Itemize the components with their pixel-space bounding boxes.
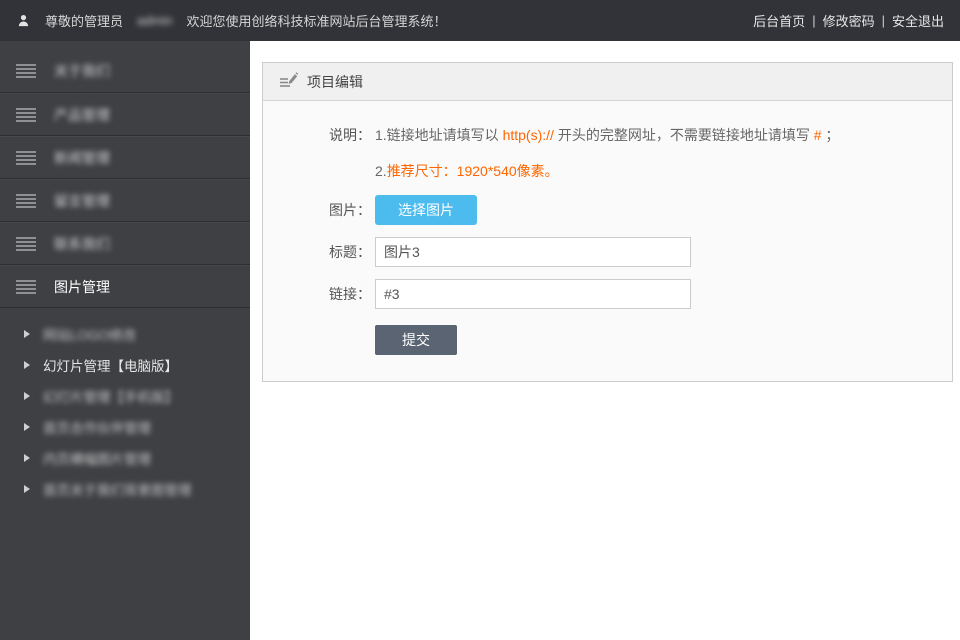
topbar: 尊敬的管理员 admin 欢迎您使用创络科技标准网站后台管理系统！ 后台首页 | 修… <box>0 0 960 41</box>
triangle-right-icon <box>24 392 30 400</box>
greeting-suffix: 欢迎您使用创络科技标准网站后台管理系统！ <box>186 11 446 30</box>
submit-row: 提交 <box>263 321 952 355</box>
sidebar-item-about[interactable]: 关于我们 <box>0 50 250 93</box>
panel-header: 项目编辑 <box>263 63 952 101</box>
image-field-row: 图片： 选择图片 <box>263 195 952 225</box>
note-line-2: 2.推荐尺寸：1920*540像素。 <box>375 161 559 181</box>
triangle-right-icon <box>24 454 30 462</box>
sidebar-item-contact[interactable]: 联系我们 <box>0 222 250 265</box>
link-logout[interactable]: 安全退出 <box>892 11 944 30</box>
choose-image-button[interactable]: 选择图片 <box>375 195 477 225</box>
sidebar-item-label: 关于我们 <box>54 61 110 81</box>
sidebar-item-label: 产品管理 <box>54 105 110 125</box>
submenu-item-slides-mobile[interactable]: 幻灯片管理【手机版】 <box>0 380 250 411</box>
triangle-right-icon <box>24 361 30 369</box>
menu-lines-icon <box>16 237 36 251</box>
project-edit-panel: 项目编辑 说明： 1.链接地址请填写以 http(s):// 开头的完整网址，不… <box>262 62 953 382</box>
link-field-row: 链接： <box>263 279 952 309</box>
submenu-item-label: 内页横幅图片管理 <box>43 448 151 468</box>
submenu-item-slides-pc[interactable]: 幻灯片管理【电脑版】 <box>0 349 250 380</box>
menu-lines-icon <box>16 64 36 78</box>
title-input[interactable] <box>375 237 691 267</box>
note1-middle: 开头的完整网址，不需要链接地址请填写 <box>554 127 814 143</box>
note-row-1: 说明： 1.链接地址请填写以 http(s):// 开头的完整网址，不需要链接地… <box>263 125 952 145</box>
link-input[interactable] <box>375 279 691 309</box>
triangle-right-icon <box>24 423 30 431</box>
note-row-2: 2.推荐尺寸：1920*540像素。 <box>263 161 952 181</box>
note1-suffix: ； <box>822 127 840 143</box>
submenu-item-partners[interactable]: 首页合作伙伴管理 <box>0 411 250 442</box>
sidebar-item-label: 留言管理 <box>54 191 110 211</box>
note1-hash-hint: # <box>814 127 822 143</box>
person-icon <box>16 13 31 28</box>
menu-lines-icon <box>16 108 36 122</box>
sidebar-item-label: 新闻管理 <box>54 148 110 168</box>
note2-size-hint: 推荐尺寸：1920*540像素。 <box>387 163 559 179</box>
note-line-1: 1.链接地址请填写以 http(s):// 开头的完整网址，不需要链接地址请填写… <box>375 125 839 145</box>
greeting-prefix: 尊敬的管理员 <box>45 11 123 30</box>
submenu-item-label: 网站LOGO修改 <box>43 324 136 344</box>
edit-pencil-icon <box>279 71 298 93</box>
submenu-item-logo[interactable]: 网站LOGO修改 <box>0 318 250 349</box>
image-label: 图片： <box>263 200 375 220</box>
link-separator: | <box>812 13 815 28</box>
title-field-row: 标题： <box>263 237 952 267</box>
sidebar-item-messages[interactable]: 留言管理 <box>0 179 250 222</box>
submit-button[interactable]: 提交 <box>375 325 457 355</box>
submenu-item-label: 幻灯片管理【手机版】 <box>43 386 178 406</box>
link-change-password[interactable]: 修改密码 <box>823 11 875 30</box>
triangle-right-icon <box>24 330 30 338</box>
submenu-item-label: 首页合作伙伴管理 <box>43 417 151 437</box>
link-backend-home[interactable]: 后台首页 <box>753 11 805 30</box>
sidebar-item-images[interactable]: 图片管理 <box>0 265 250 308</box>
submenu-item-banners[interactable]: 内页横幅图片管理 <box>0 442 250 473</box>
note1-url-hint: http(s):// <box>503 127 554 143</box>
submenu-item-label: 幻灯片管理【电脑版】 <box>43 355 178 375</box>
menu-lines-icon <box>16 151 36 165</box>
sidebar-item-products[interactable]: 产品管理 <box>0 93 250 136</box>
panel-title: 项目编辑 <box>307 72 363 92</box>
triangle-right-icon <box>24 485 30 493</box>
menu-lines-icon <box>16 194 36 208</box>
note1-prefix: 1.链接地址请填写以 <box>375 127 503 143</box>
sidebar-item-news[interactable]: 新闻管理 <box>0 136 250 179</box>
submenu-item-label: 首页关于我们背景图管理 <box>43 479 192 499</box>
note2-number: 2. <box>375 163 387 179</box>
sidebar-submenu-images: 网站LOGO修改 幻灯片管理【电脑版】 幻灯片管理【手机版】 首页合作伙伴管理 … <box>0 308 250 504</box>
note-label: 说明： <box>263 125 375 145</box>
topbar-links: 后台首页 | 修改密码 | 安全退出 <box>753 11 944 30</box>
sidebar-item-label: 图片管理 <box>54 277 110 297</box>
sidebar-item-label: 联系我们 <box>54 234 110 254</box>
link-separator: | <box>882 13 885 28</box>
panel-body: 说明： 1.链接地址请填写以 http(s):// 开头的完整网址，不需要链接地… <box>263 101 952 381</box>
submenu-item-about-bg[interactable]: 首页关于我们背景图管理 <box>0 473 250 504</box>
menu-lines-icon <box>16 280 36 294</box>
topbar-greeting: 尊敬的管理员 admin 欢迎您使用创络科技标准网站后台管理系统！ <box>45 11 446 30</box>
title-label: 标题： <box>263 242 375 262</box>
sidebar: 关于我们 产品管理 新闻管理 留言管理 联系我们 图片管理 网站LOGO修改 <box>0 41 250 640</box>
sidebar-menu: 关于我们 产品管理 新闻管理 留言管理 联系我们 图片管理 网站LOGO修改 <box>0 41 250 504</box>
main-content: 项目编辑 说明： 1.链接地址请填写以 http(s):// 开头的完整网址，不… <box>250 41 960 640</box>
link-label: 链接： <box>263 284 375 304</box>
admin-username-blurred: admin <box>137 13 172 28</box>
